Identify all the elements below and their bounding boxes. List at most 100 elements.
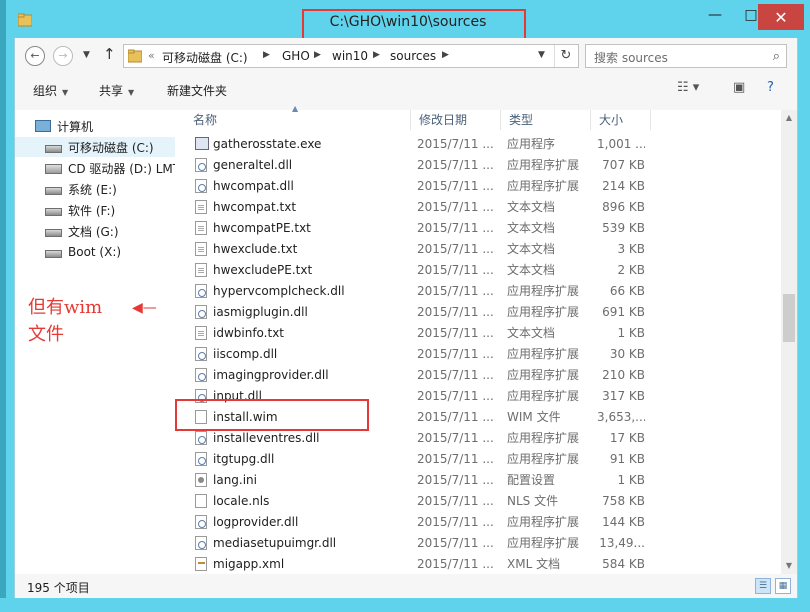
file-date: 2015/7/11 ... <box>417 242 494 256</box>
column-size[interactable]: 大小 <box>591 110 651 130</box>
nav-item[interactable]: 系统 (E:) <box>15 179 175 199</box>
overflow-chevron-icon[interactable]: « <box>148 49 155 62</box>
scroll-down-icon[interactable]: ▼ <box>781 558 797 574</box>
file-size: 896 KB <box>602 200 645 214</box>
file-date: 2015/7/11 ... <box>417 557 494 571</box>
view-options-icon[interactable]: ☷ ▾ <box>677 80 699 95</box>
scroll-thumb[interactable] <box>783 294 795 342</box>
file-row[interactable]: hwexclude.txt 2015/7/11 ... 文本文档 3 KB <box>175 239 645 260</box>
organize-menu[interactable]: 组织 ▼ <box>33 82 68 99</box>
dll-file-icon <box>195 452 207 466</box>
file-date: 2015/7/11 ... <box>417 515 494 529</box>
file-size: 214 KB <box>602 179 645 193</box>
preview-pane-icon[interactable]: ▣ <box>733 80 745 95</box>
nav-item[interactable]: Boot (X:) <box>15 242 175 262</box>
recent-locations-dropdown[interactable]: ▼ <box>83 50 90 60</box>
column-date[interactable]: 修改日期 <box>411 110 501 130</box>
chevron-right-icon[interactable]: ▶ <box>263 50 270 60</box>
file-row[interactable]: generaltel.dll 2015/7/11 ... 应用程序扩展 707 KB <box>175 155 645 176</box>
file-date: 2015/7/11 ... <box>417 221 494 235</box>
nav-item-label: 计算机 <box>57 119 94 134</box>
breadcrumb-drive[interactable]: 可移动磁盘 (C:) <box>162 49 248 66</box>
file-row[interactable]: installeventres.dll 2015/7/11 ... 应用程序扩展 17… <box>175 428 645 449</box>
file-size: 210 KB <box>602 368 645 382</box>
file-size: 1 KB <box>617 326 645 340</box>
file-name: idwbinfo.txt <box>213 326 285 340</box>
file-row[interactable]: hypervcomplcheck.dll 2015/7/11 ... 应用程序扩展 6… <box>175 281 645 302</box>
breadcrumb-sources[interactable]: sources <box>390 49 436 63</box>
file-name: itgtupg.dll <box>213 452 275 466</box>
minimize-button[interactable]: — <box>700 0 730 30</box>
nav-item[interactable]: CD 驱动器 (D:) LMT <box>15 158 175 178</box>
file-row[interactable]: gatherosstate.exe 2015/7/11 ... 应用程序 1,001 … <box>175 134 645 155</box>
file-row[interactable]: migapp.xml 2015/7/11 ... XML 文档 584 KB <box>175 554 645 575</box>
file-row[interactable]: hwcompatPE.txt 2015/7/11 ... 文本文档 539 KB <box>175 218 645 239</box>
file-row[interactable]: hwcompat.txt 2015/7/11 ... 文本文档 896 KB <box>175 197 645 218</box>
file-size: 317 KB <box>602 389 645 403</box>
file-date: 2015/7/11 ... <box>417 410 494 424</box>
file-row[interactable]: mediasetupuimgr.dll 2015/7/11 ... 应用程序扩展 13… <box>175 533 645 554</box>
file-name: locale.nls <box>213 494 270 508</box>
file-row[interactable]: idwbinfo.txt 2015/7/11 ... 文本文档 1 KB <box>175 323 645 344</box>
file-row[interactable]: iiscomp.dll 2015/7/11 ... 应用程序扩展 30 KB <box>175 344 645 365</box>
nls-file-icon <box>195 494 207 508</box>
new-folder-button[interactable]: 新建文件夹 <box>167 82 227 99</box>
nav-item[interactable]: 软件 (F:) <box>15 200 175 220</box>
chevron-right-icon[interactable]: ▶ <box>442 50 449 60</box>
dll-file-icon <box>195 347 207 361</box>
share-menu[interactable]: 共享 ▼ <box>99 82 134 99</box>
up-button[interactable]: ↑ <box>103 45 116 63</box>
desktop-edge <box>0 0 6 612</box>
file-type: 应用程序扩展 <box>507 452 580 466</box>
file-date: 2015/7/11 ... <box>417 158 494 172</box>
vertical-scrollbar[interactable]: ▲ ▼ <box>781 110 797 574</box>
nav-item[interactable]: 文档 (G:) <box>15 221 175 241</box>
file-row[interactable]: hwexcludePE.txt 2015/7/11 ... 文本文档 2 KB <box>175 260 645 281</box>
file-name: lang.ini <box>213 473 257 487</box>
file-row[interactable]: lang.ini 2015/7/11 ... 配置设置 1 KB <box>175 470 645 491</box>
file-type: 应用程序扩展 <box>507 179 580 193</box>
chevron-right-icon[interactable]: ▶ <box>314 50 321 60</box>
refresh-icon[interactable]: ↻ <box>554 45 577 67</box>
large-icons-view-icon[interactable]: ▦ <box>775 578 791 594</box>
address-bar[interactable]: « 可移动磁盘 (C:) ▶ GHO ▶ win10 ▶ sources ▶ ▼… <box>123 44 579 68</box>
file-row[interactable]: hwcompat.dll 2015/7/11 ... 应用程序扩展 214 KB <box>175 176 645 197</box>
nav-item[interactable]: 计算机 <box>15 116 175 136</box>
file-name: gatherosstate.exe <box>213 137 322 151</box>
search-input[interactable]: 搜索 sources ⌕ <box>585 44 787 68</box>
breadcrumb-win10[interactable]: win10 <box>332 49 368 63</box>
file-date: 2015/7/11 ... <box>417 263 494 277</box>
forward-button[interactable]: → <box>53 46 73 66</box>
file-name: installeventres.dll <box>213 431 320 445</box>
file-row[interactable]: locale.nls 2015/7/11 ... NLS 文件 758 KB <box>175 491 645 512</box>
file-row[interactable]: itgtupg.dll 2015/7/11 ... 应用程序扩展 91 KB <box>175 449 645 470</box>
file-row[interactable]: logprovider.dll 2015/7/11 ... 应用程序扩展 144 KB <box>175 512 645 533</box>
help-icon[interactable]: ? <box>767 80 774 95</box>
title-bar: C:\GHO\win10\sources — □ ✕ <box>6 0 810 41</box>
file-size: 30 KB <box>609 347 645 361</box>
file-row[interactable]: iasmigplugin.dll 2015/7/11 ... 应用程序扩展 691 K… <box>175 302 645 323</box>
nav-item[interactable]: 可移动磁盘 (C:) <box>15 137 175 157</box>
file-date: 2015/7/11 ... <box>417 326 494 340</box>
dll-file-icon <box>195 536 207 550</box>
chevron-right-icon[interactable]: ▶ <box>373 50 380 60</box>
file-size: 691 KB <box>602 305 645 319</box>
search-icon[interactable]: ⌕ <box>773 49 780 64</box>
main-content: 计算机可移动磁盘 (C:) CD 驱动器 (D:) LMT 系统 (E:) 软件 (F… <box>14 104 798 575</box>
address-dropdown-icon[interactable]: ▼ <box>538 50 545 60</box>
details-view-icon[interactable]: ☰ <box>755 578 771 594</box>
breadcrumb-gho[interactable]: GHO <box>282 49 310 63</box>
close-button[interactable]: ✕ <box>758 4 804 30</box>
drive-icon <box>45 229 62 237</box>
dll-file-icon <box>195 368 207 382</box>
file-row[interactable]: imagingprovider.dll 2015/7/11 ... 应用程序扩展 21… <box>175 365 645 386</box>
file-date: 2015/7/11 ... <box>417 137 494 151</box>
back-button[interactable]: ← <box>25 46 45 66</box>
file-type: 应用程序扩展 <box>507 158 580 172</box>
column-type[interactable]: 类型 <box>501 110 591 130</box>
explorer-window: C:\GHO\win10\sources — □ ✕ ← → ▼ ↑ « 可移动… <box>0 0 810 612</box>
scroll-up-icon[interactable]: ▲ <box>781 110 797 126</box>
file-name: hwcompatPE.txt <box>213 221 311 235</box>
file-date: 2015/7/11 ... <box>417 347 494 361</box>
column-name[interactable]: 名称 <box>185 110 411 130</box>
